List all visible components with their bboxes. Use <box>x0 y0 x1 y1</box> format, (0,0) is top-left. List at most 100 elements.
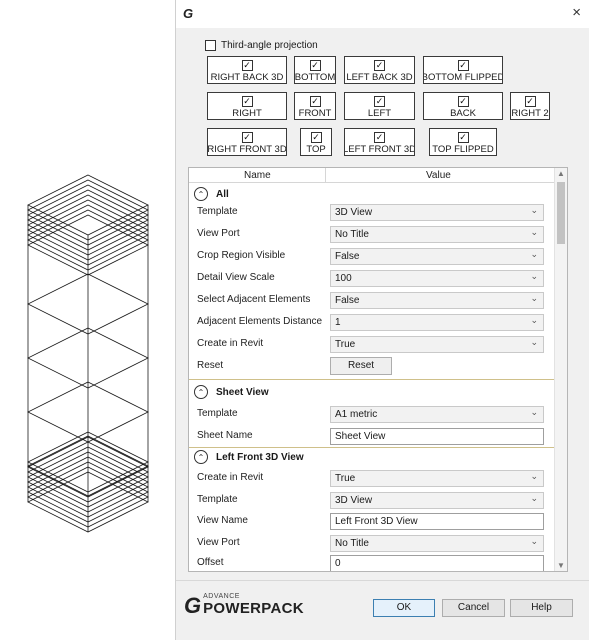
property-name: Crop Region Visible <box>197 250 286 261</box>
checkmark-icon[interactable]: ✓ <box>374 96 385 107</box>
view-toggle-top[interactable]: ✓ TOP <box>300 128 332 156</box>
select-adjacent-dropdown[interactable]: False ⌄ <box>330 292 544 309</box>
title-bar: G × <box>176 0 589 28</box>
row-lf3d-view-name: View Name Left Front 3D View <box>189 510 554 532</box>
grid-header: Name Value <box>189 168 554 183</box>
property-name: Template <box>197 494 238 505</box>
brand-name-text: POWERPACK <box>203 600 304 617</box>
third-angle-label: Third-angle projection <box>221 40 318 51</box>
view-toggle-front[interactable]: ✓ FRONT <box>294 92 336 120</box>
dropdown-value: 1 <box>335 317 341 328</box>
view-toggle-right-front-3d[interactable]: ✓ RIGHT FRONT 3D <box>207 128 287 156</box>
collapse-chevron-up-icon[interactable]: ⌃ <box>194 385 208 399</box>
view-toggle-label: BOTTOM <box>294 72 336 83</box>
checkmark-icon[interactable]: ✓ <box>457 60 469 71</box>
checkmark-icon[interactable]: ✓ <box>310 132 322 143</box>
view-toggle-label: TOP FLIPPED <box>432 144 494 155</box>
collapse-chevron-up-icon[interactable]: ⌃ <box>194 450 208 464</box>
checkmark-icon[interactable]: ✓ <box>374 60 385 71</box>
dropdown-value: No Title <box>335 538 369 549</box>
scroll-up-icon[interactable]: ▲ <box>557 169 565 178</box>
checkmark-icon[interactable]: ✓ <box>374 132 385 143</box>
offset-input[interactable]: 0 <box>330 555 544 571</box>
view-toggle-left-back-3d[interactable]: ✓ LEFT BACK 3D <box>344 56 415 84</box>
dropdown-value: No Title <box>335 229 369 240</box>
collapse-chevron-up-icon[interactable]: ⌃ <box>194 187 208 201</box>
property-name: View Port <box>197 537 240 548</box>
section-title: Left Front 3D View <box>216 451 304 463</box>
sheet-name-input[interactable]: Sheet View <box>330 428 544 445</box>
view-name-input[interactable]: Left Front 3D View <box>330 513 544 530</box>
view-toggle-top-flipped[interactable]: ✓ TOP FLIPPED <box>429 128 497 156</box>
ok-button[interactable]: OK <box>373 599 435 617</box>
dropdown-value: True <box>335 339 356 350</box>
property-name: Sheet Name <box>197 430 253 441</box>
crop-region-dropdown[interactable]: False ⌄ <box>330 248 544 265</box>
template-dropdown[interactable]: 3D View ⌄ <box>330 204 544 221</box>
views-dialog: G × Third-angle projection ✓ RIGHT BACK … <box>175 0 589 640</box>
scrollbar-thumb[interactable] <box>557 182 565 244</box>
section-left-front-3d[interactable]: ⌃ Left Front 3D View <box>189 446 554 468</box>
checkmark-icon[interactable]: ✓ <box>241 60 253 71</box>
vertical-scrollbar[interactable]: ▲ ▼ <box>554 168 567 571</box>
row-sheet-name: Sheet Name Sheet View <box>189 425 554 447</box>
checkmark-icon[interactable]: ✓ <box>309 96 321 107</box>
view-toggle-back[interactable]: ✓ BACK <box>423 92 503 120</box>
checkmark-icon[interactable]: ✓ <box>457 96 469 107</box>
view-toggle-label: LEFT FRONT 3D <box>344 144 415 155</box>
property-name: Create in Revit <box>197 338 264 349</box>
reset-button[interactable]: Reset <box>330 357 392 375</box>
view-toggle-bottom-flipped[interactable]: ✓ BOTTOM FLIPPED <box>423 56 503 84</box>
property-name: Detail View Scale <box>197 272 275 283</box>
view-toggle-label: RIGHT FRONT 3D <box>207 144 287 155</box>
chevron-down-icon: ⌄ <box>530 205 538 215</box>
checkmark-icon[interactable]: ✓ <box>309 60 321 71</box>
checkmark-icon[interactable]: ✓ <box>241 132 253 143</box>
property-name: Adjacent Elements Distance <box>197 316 323 327</box>
checkmark-icon[interactable]: ✓ <box>457 132 469 143</box>
view-toggle-left-front-3d[interactable]: ✓ LEFT FRONT 3D <box>344 128 415 156</box>
row-lf3d-create-in-revit: Create in Revit True ⌄ <box>189 467 554 489</box>
row-template: Template 3D View ⌄ <box>189 201 554 223</box>
lf3d-view-port-dropdown[interactable]: No Title ⌄ <box>330 535 544 552</box>
chevron-down-icon: ⌄ <box>530 293 538 303</box>
checkmark-icon[interactable]: ✓ <box>524 96 536 107</box>
chevron-down-icon: ⌄ <box>530 227 538 237</box>
section-title: All <box>216 188 229 200</box>
create-in-revit-dropdown[interactable]: True ⌄ <box>330 336 544 353</box>
dropdown-value: True <box>335 473 356 484</box>
third-angle-checkbox[interactable] <box>205 40 216 51</box>
view-toggle-label: RIGHT BACK 3D <box>210 72 284 83</box>
view-toggle-right[interactable]: ✓ RIGHT <box>207 92 287 120</box>
view-toggle-right-back-3d[interactable]: ✓ RIGHT BACK 3D <box>207 56 287 84</box>
column-divider <box>325 168 326 183</box>
lf3d-create-in-revit-dropdown[interactable]: True ⌄ <box>330 470 544 487</box>
detail-view-scale-dropdown[interactable]: 100 ⌄ <box>330 270 544 287</box>
adjacent-distance-dropdown[interactable]: 1 ⌄ <box>330 314 544 331</box>
property-name: View Name <box>197 515 248 526</box>
row-lf3d-template: Template 3D View ⌄ <box>189 489 554 511</box>
third-angle-option[interactable]: Third-angle projection <box>205 40 318 51</box>
view-toggle-bottom[interactable]: ✓ BOTTOM <box>294 56 336 84</box>
view-toggle-label: BOTTOM FLIPPED <box>423 72 503 83</box>
view-toggle-left[interactable]: ✓ LEFT <box>344 92 415 120</box>
cancel-button[interactable]: Cancel <box>442 599 505 617</box>
checkmark-icon[interactable]: ✓ <box>241 96 253 107</box>
lf3d-template-dropdown[interactable]: 3D View ⌄ <box>330 492 544 509</box>
app-logo-icon: G <box>183 6 194 21</box>
scroll-down-icon[interactable]: ▼ <box>557 561 565 570</box>
dropdown-value: False <box>335 251 360 262</box>
property-name: Reset <box>197 360 224 371</box>
sheet-template-dropdown[interactable]: A1 metric ⌄ <box>330 406 544 423</box>
property-name: View Port <box>197 228 240 239</box>
view-toggle-label: LEFT BACK 3D <box>346 72 413 83</box>
property-name: Template <box>197 206 238 217</box>
view-toggle-label: BACK <box>450 108 476 119</box>
section-title: Sheet View <box>216 386 269 398</box>
brand-logo: G ADVANCE POWERPACK <box>184 593 304 617</box>
section-sheet-view[interactable]: ⌃ Sheet View <box>189 381 554 403</box>
view-toggle-right-2[interactable]: ✓ RIGHT 2 <box>510 92 550 120</box>
view-port-dropdown[interactable]: No Title ⌄ <box>330 226 544 243</box>
close-button[interactable]: × <box>572 4 581 21</box>
help-button[interactable]: Help <box>510 599 573 617</box>
